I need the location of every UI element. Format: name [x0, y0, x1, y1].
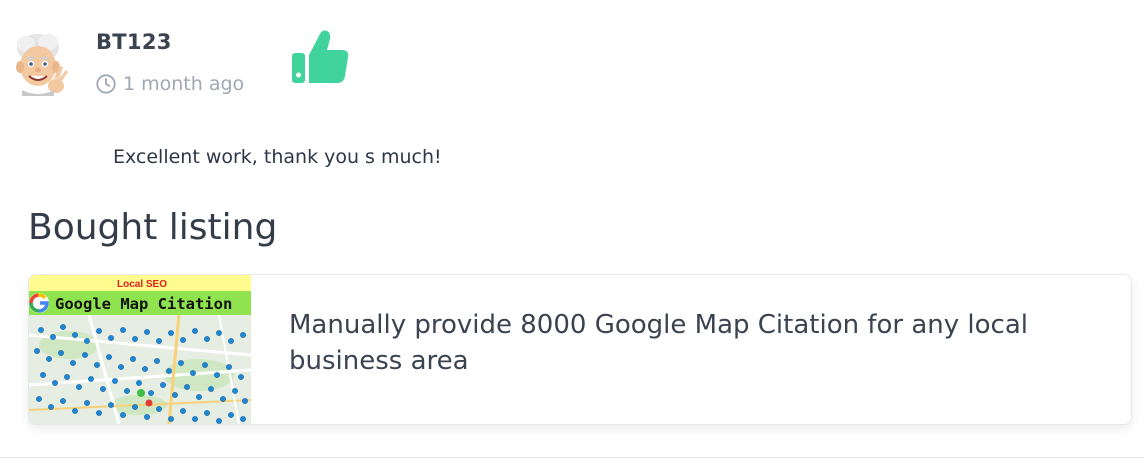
thumbnail-banner-text: Google Map Citation: [55, 295, 232, 313]
review-item: BT123 1 month ago Excellent work, thank …: [0, 0, 1145, 459]
listing-card[interactable]: Local SEO Google Map Citation Manually p…: [28, 274, 1132, 425]
divider: [0, 457, 1145, 458]
review-timestamp: 1 month ago: [95, 73, 244, 95]
listing-thumbnail[interactable]: Local SEO Google Map Citation: [29, 275, 251, 424]
reviewer-name[interactable]: BT123: [96, 30, 172, 54]
thumbs-up-icon: [292, 30, 349, 83]
thumbnail-tag-text: Local SEO: [117, 279, 167, 290]
section-title: Bought listing: [28, 207, 278, 248]
avatar[interactable]: [8, 30, 70, 96]
time-ago-text: 1 month ago: [123, 73, 245, 95]
clock-icon: [96, 74, 116, 94]
review-comment: Excellent work, thank you s much!: [113, 146, 442, 168]
listing-title[interactable]: Manually provide 8000 Google Map Citatio…: [289, 307, 1089, 379]
